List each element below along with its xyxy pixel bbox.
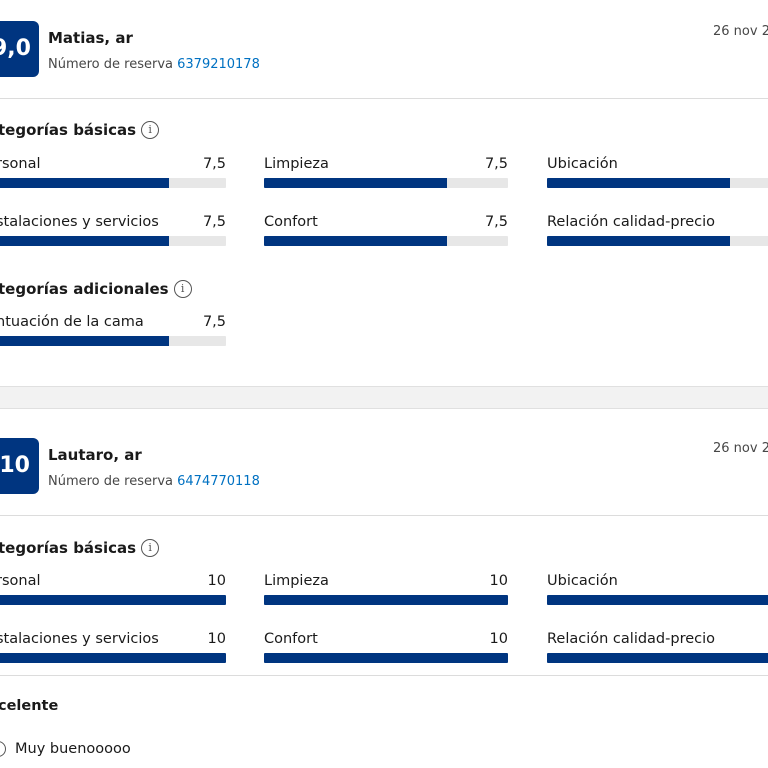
- score-bar-fill: [0, 595, 226, 605]
- category-score: 10: [489, 573, 508, 589]
- info-icon[interactable]: i: [173, 280, 192, 298]
- score-bar: [0, 336, 226, 346]
- score-bar: [264, 653, 508, 663]
- category-instalaciones: stalaciones y servicios 10: [0, 631, 226, 667]
- category-label: Limpieza: [264, 156, 329, 172]
- score-bar-fill: [0, 236, 169, 246]
- score-badge: 10: [0, 438, 39, 494]
- score-bar: [264, 236, 508, 246]
- category-label: Confort: [264, 214, 318, 230]
- category-label: Limpieza: [264, 573, 329, 589]
- score-bar: [547, 653, 768, 663]
- score-bar: [0, 178, 226, 188]
- score-bar-fill: [547, 236, 730, 246]
- score-bar: [547, 595, 768, 605]
- category-score: 7,5: [202, 214, 226, 230]
- section-title-text: tegorías básicas: [0, 539, 137, 557]
- category-personal: rsonal 7,5: [0, 156, 226, 192]
- category-ubicacion: Ubicación: [547, 573, 768, 609]
- category-limpieza: Limpieza 10: [264, 573, 508, 609]
- comment-icon: [0, 741, 6, 757]
- score-bar: [0, 595, 226, 605]
- category-relacion-calidad-precio: Relación calidad-precio: [547, 214, 768, 250]
- basic-categories-title: tegorías básicas i: [0, 121, 160, 139]
- guest-name: Lautaro, ar: [48, 446, 142, 464]
- comment-text: Muy buenooooo: [15, 741, 131, 757]
- reservation-label: Número de reserva: [48, 57, 173, 72]
- category-label: Ubicación: [547, 156, 618, 172]
- category-confort: Confort 7,5: [264, 214, 508, 250]
- category-label: stalaciones y servicios: [0, 214, 159, 230]
- divider: [0, 515, 768, 516]
- score-bar: [0, 653, 226, 663]
- additional-categories-title: tegorías adicionales i: [0, 280, 192, 298]
- reservation-number-link[interactable]: 6474770118: [177, 474, 260, 489]
- section-title-text: tegorías básicas: [0, 121, 137, 139]
- score-bar: [0, 236, 226, 246]
- category-score: 10: [489, 631, 508, 647]
- divider: [0, 675, 768, 676]
- score-bar-fill: [547, 178, 730, 188]
- category-label: ntuación de la cama: [0, 314, 144, 330]
- category-label: stalaciones y servicios: [0, 631, 159, 647]
- info-icon[interactable]: i: [141, 539, 160, 557]
- score-bar-fill: [264, 236, 447, 246]
- category-score: 7,5: [202, 156, 226, 172]
- basic-categories-title: tegorías básicas i: [0, 539, 160, 557]
- category-label: rsonal: [0, 573, 41, 589]
- review-date: 26 nov 2: [713, 441, 768, 456]
- reservation-number-link[interactable]: 6379210178: [177, 57, 260, 72]
- score-bar-fill: [264, 653, 508, 663]
- score-bar-fill: [264, 178, 447, 188]
- category-ubicacion: Ubicación: [547, 156, 768, 192]
- score-bar-fill: [0, 336, 169, 346]
- category-label: Ubicación: [547, 573, 618, 589]
- guest-name: Matias, ar: [48, 29, 133, 47]
- category-label: Confort: [264, 631, 318, 647]
- category-limpieza: Limpieza 7,5: [264, 156, 508, 192]
- reservation-label: Número de reserva: [48, 474, 173, 489]
- category-label: Relación calidad-precio: [547, 631, 716, 647]
- reservation-line: Número de reserva 6379210178: [48, 57, 260, 72]
- review-date: 26 nov 2: [713, 24, 768, 39]
- score-badge: 9,0: [0, 21, 39, 77]
- score-bar-fill: [0, 178, 169, 188]
- info-icon[interactable]: i: [141, 121, 160, 139]
- category-instalaciones: stalaciones y servicios 7,5: [0, 214, 226, 250]
- category-score: 7,5: [484, 156, 508, 172]
- category-score: 7,5: [202, 314, 226, 330]
- score-bar: [264, 178, 508, 188]
- review-separator: [0, 386, 768, 409]
- divider: [0, 98, 768, 99]
- section-title-text: tegorías adicionales: [0, 280, 169, 298]
- category-label: Relación calidad-precio: [547, 214, 716, 230]
- score-bar: [264, 595, 508, 605]
- category-personal: rsonal 10: [0, 573, 226, 609]
- score-bar-fill: [0, 653, 226, 663]
- score-bar-fill: [264, 595, 508, 605]
- reservation-line: Número de reserva 6474770118: [48, 474, 260, 489]
- category-label: rsonal: [0, 156, 41, 172]
- score-bar: [547, 236, 768, 246]
- comment-title: celente: [0, 698, 59, 714]
- category-score: 7,5: [484, 214, 508, 230]
- category-score: 10: [207, 631, 226, 647]
- category-cama: ntuación de la cama 7,5: [0, 314, 226, 350]
- score-bar-fill: [547, 595, 768, 605]
- score-bar-fill: [547, 653, 768, 663]
- category-relacion-calidad-precio: Relación calidad-precio: [547, 631, 768, 667]
- category-score: 10: [207, 573, 226, 589]
- category-confort: Confort 10: [264, 631, 508, 667]
- score-bar: [547, 178, 768, 188]
